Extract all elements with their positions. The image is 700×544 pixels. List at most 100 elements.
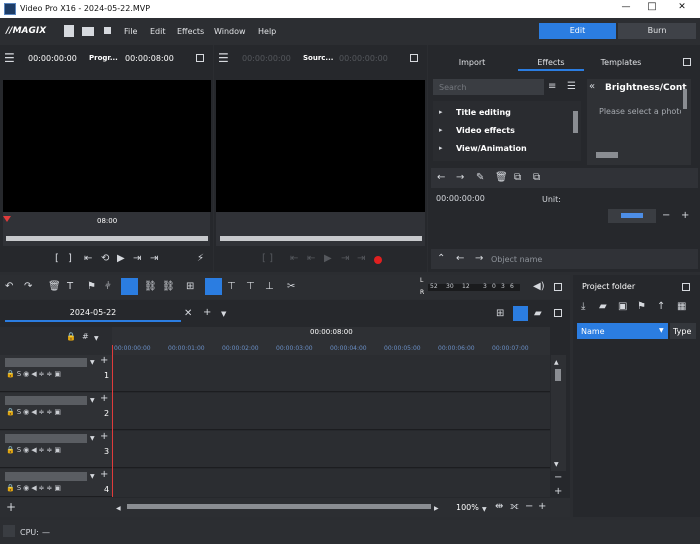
mode-1-icon[interactable]: ⊤	[227, 281, 236, 293]
magnet-icon[interactable]	[121, 278, 138, 295]
source-play-icon[interactable]: ▶	[324, 253, 332, 265]
back-icon[interactable]: «	[589, 81, 595, 93]
loop-icon[interactable]: ⟲	[101, 253, 109, 265]
chevron-down-icon[interactable]: ▼	[94, 333, 99, 345]
link-icon[interactable]: ⛓	[144, 281, 157, 293]
add-track-bottom-icon[interactable]: +	[6, 501, 16, 513]
timeline-view-icon[interactable]	[513, 306, 528, 321]
preview-scrollbar-v[interactable]	[683, 89, 687, 109]
title-icon[interactable]: T	[67, 281, 73, 293]
expand-arrow-icon[interactable]: ▸	[439, 124, 443, 136]
tree-item-video-effects[interactable]: Video effects	[456, 126, 515, 135]
open-folder-icon[interactable]	[82, 27, 94, 36]
scroll-up-icon[interactable]: ▲	[554, 357, 559, 369]
remove-keyframe-icon[interactable]: −	[662, 210, 670, 222]
solo-button[interactable]: S	[17, 446, 23, 454]
arranger-max-icon[interactable]	[554, 309, 562, 317]
program-playhead-marker[interactable]	[3, 216, 11, 222]
column-header-type[interactable]: Type	[670, 323, 696, 339]
copy-icon[interactable]: ⧉	[514, 172, 521, 184]
expand-arrow-icon[interactable]: ▸	[439, 142, 443, 154]
add-track-icon[interactable]: +	[100, 469, 108, 481]
chevron-down-icon[interactable]: ▼	[90, 471, 95, 483]
crop-icon[interactable]: ⊞	[186, 281, 194, 293]
scroll-down-icon[interactable]: ▼	[554, 459, 559, 471]
arrow-right-icon[interactable]: →	[456, 172, 464, 184]
lock-all-icon[interactable]: 🔒	[66, 331, 76, 343]
tree-item-view-animation[interactable]: View/Animation	[456, 144, 527, 153]
expand-arrow-icon[interactable]: ▸	[439, 106, 443, 118]
next-marker-icon[interactable]: ⇥	[133, 253, 141, 265]
search-input[interactable]: Search	[439, 83, 466, 92]
delete-icon[interactable]: 🗑	[48, 281, 61, 293]
add-track-icon[interactable]: +	[100, 355, 108, 367]
source-maximize-icon[interactable]	[410, 54, 418, 62]
track-controls[interactable]: 🔒S◉◀≑≑▣	[6, 408, 63, 416]
nav-back-icon[interactable]: ←	[456, 253, 464, 265]
minimize-button[interactable]: —	[616, 2, 636, 12]
arrow-left-icon[interactable]: ←	[437, 172, 445, 184]
close-tab-icon[interactable]: ✕	[184, 308, 192, 320]
chevron-down-icon[interactable]: ▼	[221, 308, 226, 320]
track-name-field[interactable]	[5, 358, 87, 367]
delete-icon[interactable]: 🗑	[495, 172, 508, 184]
menu-window[interactable]: Window	[214, 27, 246, 36]
burn-mode-button[interactable]: Burn	[618, 23, 696, 39]
grid-view-icon[interactable]: ▦	[677, 301, 686, 313]
flag-icon[interactable]: ⚑	[637, 301, 646, 313]
preview-scrollbar-h[interactable]	[596, 152, 618, 158]
maximize-button[interactable]: □	[642, 1, 662, 12]
mode-2-icon[interactable]: ⊤	[246, 281, 255, 293]
solo-button[interactable]: S	[17, 484, 23, 492]
horizontal-scrollbar[interactable]	[127, 504, 431, 509]
zoom-fit-icon[interactable]: ⇹	[495, 501, 503, 513]
tab-effects[interactable]: Effects	[518, 58, 584, 71]
track-name-field[interactable]	[5, 472, 87, 481]
jump-start-icon[interactable]: ⇤	[84, 253, 92, 265]
paste-icon[interactable]: ⧉	[533, 172, 540, 184]
volume-icon[interactable]: ◀)	[533, 281, 545, 293]
tree-item-title-editing[interactable]: Title editing	[456, 108, 511, 117]
collapse-up-icon[interactable]: ⌃	[437, 253, 445, 265]
add-track-icon[interactable]: +	[100, 393, 108, 405]
program-maximize-icon[interactable]	[196, 54, 204, 62]
zoom-in-v-icon[interactable]: +	[554, 486, 562, 498]
import-icon[interactable]: ⤓	[581, 301, 585, 313]
menu-help[interactable]: Help	[258, 27, 276, 36]
zoom-level[interactable]: 100%	[456, 503, 479, 512]
menu-file[interactable]: File	[124, 27, 137, 36]
list-view-icon[interactable]: ≡	[548, 81, 556, 93]
track-lane-1[interactable]	[112, 355, 550, 392]
hamburger-menu-icon[interactable]: ☰	[4, 52, 15, 64]
chevron-down-icon[interactable]: ▼	[90, 433, 95, 445]
add-tab-icon[interactable]: +	[203, 307, 211, 319]
track-lane-4[interactable]	[112, 469, 550, 497]
chevron-down-icon[interactable]: ▼	[482, 504, 487, 516]
timeline-ruler[interactable]: 00:00:08:00 00:00:00:00 00:00:01:00 00:0…	[112, 327, 550, 355]
folder-icon[interactable]: ▰	[599, 301, 607, 313]
tab-import[interactable]: Import	[432, 58, 512, 67]
cut-icon[interactable]: ✂	[287, 281, 295, 293]
keyframe-nav[interactable]	[608, 209, 656, 223]
solo-button[interactable]: S	[17, 408, 23, 416]
zoom-in-icon[interactable]: +	[538, 501, 546, 513]
track-name-field[interactable]	[5, 396, 87, 405]
source-jump-end-icon[interactable]: ⇥	[357, 253, 365, 265]
unlink-icon[interactable]: ⛓	[162, 281, 175, 293]
jump-end-icon[interactable]: ⇥	[150, 253, 158, 265]
storyboard-view-icon[interactable]: ⊞	[496, 308, 504, 320]
new-file-icon[interactable]	[64, 25, 74, 37]
scroll-left-icon[interactable]: ◀	[116, 503, 121, 515]
track-lane-2[interactable]	[112, 393, 550, 430]
zoom-out-icon[interactable]: −	[525, 501, 533, 513]
source-prev-icon[interactable]: ⇤	[307, 253, 315, 265]
keyframe-slider[interactable]	[621, 213, 643, 218]
detail-view-icon[interactable]: ☰	[567, 81, 576, 93]
pointer-mode-icon[interactable]	[205, 278, 222, 295]
track-controls[interactable]: 🔒S◉◀≑≑▣	[6, 370, 63, 378]
menu-effects[interactable]: Effects	[177, 27, 204, 36]
source-hamburger-icon[interactable]: ☰	[218, 52, 229, 64]
play-icon[interactable]: ▶	[117, 253, 125, 265]
zoom-out-v-icon[interactable]: −	[554, 472, 562, 484]
media-pool-maximize-icon[interactable]	[683, 58, 691, 66]
